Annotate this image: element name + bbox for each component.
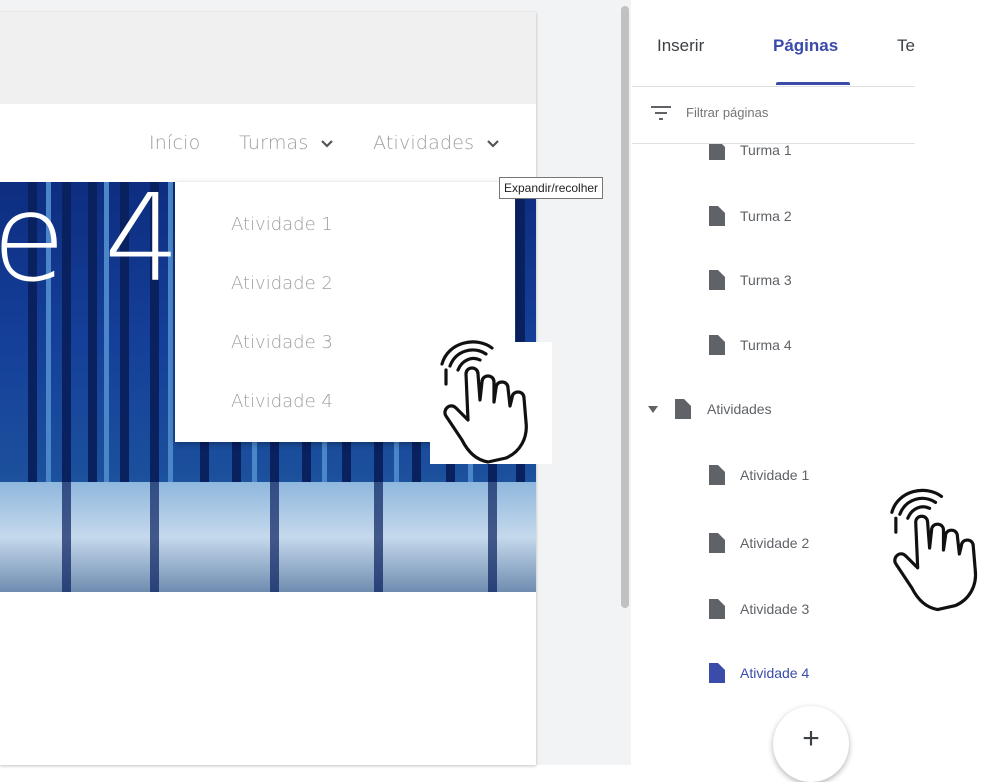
nav-home-label: Início [149,132,201,154]
preview-scrollbar-thumb[interactable] [621,6,629,608]
list-item-turma-3[interactable]: Turma 3 [632,262,915,302]
list-item-atividade-3[interactable]: Atividade 3 [632,591,915,631]
nav-activities-label: Atividades [373,132,475,154]
list-item-atividades[interactable]: Atividades [632,391,915,431]
page-icon [709,335,725,355]
page-icon [675,399,691,419]
list-item-turma-4[interactable]: Turma 4 [632,327,915,367]
page-label: Atividade 4 [740,665,810,681]
nav-classes-label: Turmas [239,132,309,154]
tab-pages[interactable]: Páginas [773,36,838,56]
page-icon [709,206,725,226]
tab-themes[interactable]: Te [897,36,915,56]
nav-activities-menu[interactable]: Atividades [373,132,499,154]
page-label: Atividade 2 [740,535,810,551]
nav-home-link[interactable]: Início [149,132,200,154]
page-icon [709,465,725,485]
list-item-atividade-4[interactable]: Atividade 4 [632,655,915,695]
chevron-down-icon [320,139,333,148]
page-icon [709,663,725,683]
filter-pages-input[interactable] [686,105,886,120]
page-label: Atividades [707,401,772,417]
tab-insert[interactable]: Inserir [657,36,704,56]
hero-title: e 4 [0,170,181,309]
list-item-atividade-2[interactable]: Atividade 2 [632,525,915,565]
page-label: Turma 4 [740,337,792,353]
page-label: Atividade 3 [740,601,810,617]
hand-pointer-icon [440,340,528,464]
expand-collapse-tooltip: Expandir/recolher [499,177,604,199]
hand-pointer-icon [890,488,978,612]
nav-classes-menu[interactable]: Turmas [239,132,333,154]
dropdown-item-activity-2[interactable]: Atividade 2 [231,273,333,294]
page-icon [709,270,725,290]
site-header-bar [0,12,536,104]
chevron-down-icon [486,139,499,148]
dropdown-item-activity-4[interactable]: Atividade 4 [231,391,333,412]
page-icon [709,144,725,160]
pages-list: Turma 1 Turma 2 Turma 3 Turma 4 Atividad… [632,144,915,765]
dropdown-item-activity-1[interactable]: Atividade 1 [231,214,333,235]
page-label: Turma 3 [740,272,792,288]
list-item-turma-2[interactable]: Turma 2 [632,198,915,238]
plus-icon: + [802,722,820,755]
page-icon [709,599,725,619]
list-item-atividade-1[interactable]: Atividade 1 [632,457,915,497]
collapse-arrow-icon[interactable] [648,406,658,414]
page-label: Turma 2 [740,208,792,224]
filter-icon [651,106,671,120]
add-page-button[interactable]: + [773,706,849,782]
tabs-divider [632,86,915,87]
page-label: Atividade 1 [740,467,810,483]
dropdown-item-activity-3[interactable]: Atividade 3 [231,332,333,353]
page-label: Turma 1 [740,144,792,158]
active-tab-indicator [776,82,850,85]
site-navigation: Início Turmas Atividades [0,132,536,172]
page-icon [709,533,725,553]
list-item-turma-1[interactable]: Turma 1 [632,144,915,172]
